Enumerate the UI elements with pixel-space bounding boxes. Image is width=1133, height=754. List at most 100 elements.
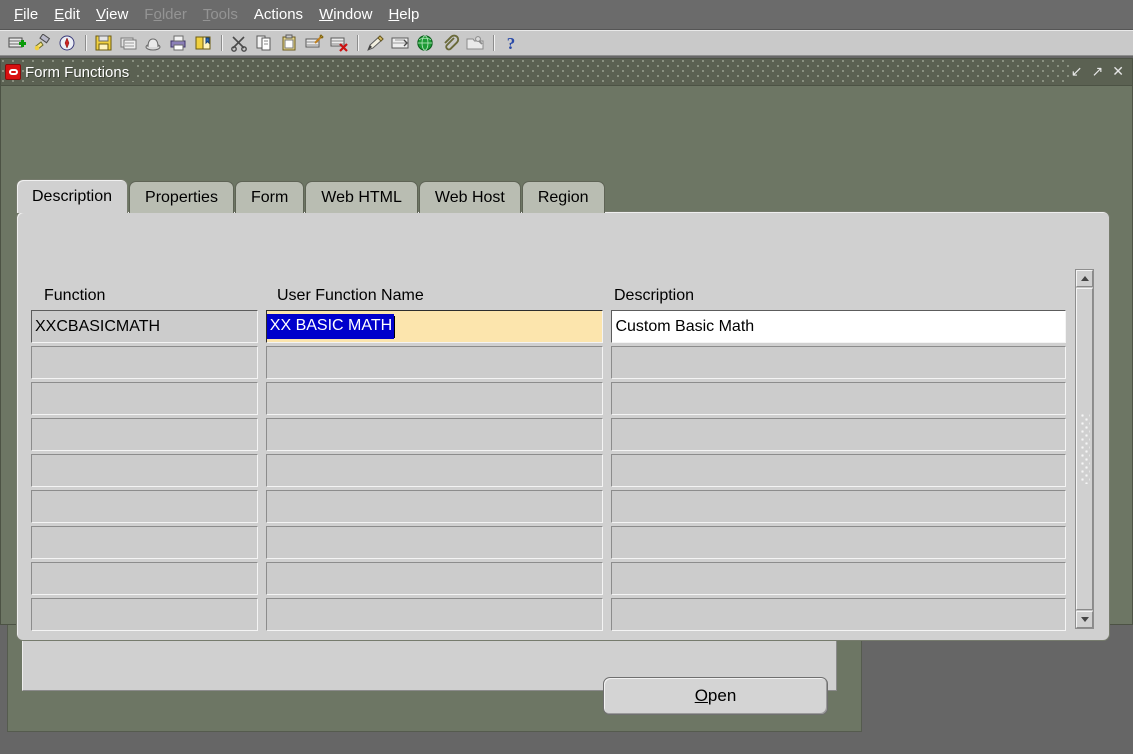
menu-item-edit[interactable]: Edit (46, 4, 88, 25)
table-row[interactable] (31, 562, 1066, 595)
window-controls: ↙ ↗ ✕ (1071, 59, 1132, 85)
copy-icon[interactable] (253, 32, 277, 54)
tab-label: Web HTML (321, 189, 402, 207)
zoom-book-icon[interactable] (389, 32, 413, 54)
scrollbar-down-arrow-icon[interactable] (1076, 611, 1093, 628)
folder-tools-icon[interactable] (464, 32, 488, 54)
tab-web-html[interactable]: Web HTML (305, 181, 418, 213)
toolbar-separator (493, 35, 495, 51)
table-row[interactable] (31, 598, 1066, 631)
find-flashlight-icon[interactable] (31, 32, 55, 54)
cell-function[interactable] (31, 418, 258, 451)
menu-item-file[interactable]: File (6, 4, 46, 25)
table-row[interactable] (31, 382, 1066, 415)
cell-function[interactable] (31, 346, 258, 379)
open-button[interactable]: Open (603, 677, 828, 715)
tab-web-host[interactable]: Web Host (419, 181, 521, 213)
tab-description[interactable]: Description (16, 179, 128, 213)
table-row[interactable] (31, 346, 1066, 379)
screen: FileEditViewFolderToolsActionsWindowHelp… (0, 0, 1133, 754)
clear-record-icon[interactable] (303, 32, 327, 54)
tab-properties[interactable]: Properties (129, 181, 234, 213)
menu-item-tools: Tools (195, 4, 246, 25)
edit-pencil-icon[interactable] (364, 32, 388, 54)
scrollbar-thumb[interactable] (1076, 288, 1093, 610)
cell-function[interactable] (31, 454, 258, 487)
cell-description[interactable] (611, 382, 1066, 415)
close-button[interactable]: ✕ (1112, 65, 1124, 79)
functions-grid: XXCBASICMATHXX BASIC MATHCustom Basic Ma… (31, 310, 1066, 633)
tab-label: Description (32, 188, 112, 206)
attachments-paperclip-icon[interactable] (439, 32, 463, 54)
cell-user-function-name[interactable] (266, 418, 604, 451)
table-row[interactable] (31, 454, 1066, 487)
switch-responsibility-icon[interactable] (142, 32, 166, 54)
paste-clipboard-icon[interactable] (278, 32, 302, 54)
cell-description[interactable] (611, 490, 1066, 523)
menu-item-mnemonic: F (14, 6, 23, 23)
close-form-icon[interactable] (192, 32, 216, 54)
cell-description[interactable] (611, 454, 1066, 487)
dialog-title: Form Functions (25, 64, 137, 81)
cut-scissors-icon[interactable] (228, 32, 252, 54)
cell-user-function-name[interactable] (266, 526, 604, 559)
cell-function[interactable] (31, 382, 258, 415)
menu-item-window[interactable]: Window (311, 4, 380, 25)
table-row[interactable]: XXCBASICMATHXX BASIC MATHCustom Basic Ma… (31, 310, 1066, 343)
delete-record-icon[interactable] (328, 32, 352, 54)
tab-form[interactable]: Form (235, 181, 304, 213)
tab-label: Web Host (435, 189, 505, 207)
cell-function[interactable]: XXCBASICMATH (31, 310, 258, 343)
cell-user-function-name[interactable] (266, 598, 604, 631)
cell-description[interactable] (611, 346, 1066, 379)
cell-function[interactable] (31, 562, 258, 595)
table-row[interactable] (31, 490, 1066, 523)
maximize-button[interactable]: ↗ (1092, 65, 1104, 79)
dialog-title-bar[interactable]: Form Functions ↙ ↗ ✕ (1, 59, 1132, 86)
cell-description[interactable]: Custom Basic Math (611, 310, 1066, 343)
table-row[interactable] (31, 418, 1066, 451)
toolbar-separator (357, 35, 359, 51)
scrollbar-grip-icon (1081, 414, 1090, 484)
menu-item-view[interactable]: View (88, 4, 136, 25)
cell-user-function-name[interactable] (266, 346, 604, 379)
new-record-icon[interactable] (6, 32, 30, 54)
menu-item-folder: Folder (136, 4, 195, 25)
menu-item-mnemonic: T (203, 6, 211, 23)
menu-item-mnemonic: H (388, 6, 399, 23)
form-functions-dialog: Form Functions ↙ ↗ ✕ Description Properti… (0, 58, 1133, 625)
print-icon[interactable] (167, 32, 191, 54)
show-navigator-icon[interactable] (56, 32, 80, 54)
text-caret (394, 316, 395, 338)
menu-item-mnemonic: E (54, 6, 64, 23)
tab-strip: Description Properties Form Web HTML Web Hos… (16, 179, 606, 213)
cell-function[interactable] (31, 526, 258, 559)
table-row[interactable] (31, 526, 1066, 559)
oracle-logo-icon (5, 64, 21, 80)
cell-user-function-name[interactable] (266, 454, 604, 487)
cell-user-function-name[interactable]: XX BASIC MATH (266, 310, 604, 343)
menu-item-mnemonic: V (96, 6, 106, 23)
cell-user-function-name[interactable] (266, 382, 604, 415)
scrollbar-up-arrow-icon[interactable] (1076, 270, 1093, 287)
translations-globe-icon[interactable] (414, 32, 438, 54)
tab-region[interactable]: Region (522, 181, 605, 213)
menu-item-help[interactable]: Help (380, 4, 427, 25)
cell-user-function-name[interactable] (266, 562, 604, 595)
cell-user-function-name[interactable] (266, 490, 604, 523)
cell-description[interactable] (611, 526, 1066, 559)
cell-function[interactable] (31, 598, 258, 631)
cell-function[interactable] (31, 490, 258, 523)
next-step-icon[interactable] (117, 32, 141, 54)
menu-bar: FileEditViewFolderToolsActionsWindowHelp (0, 0, 1133, 30)
help-question-icon[interactable]: ? (500, 32, 524, 54)
cell-description[interactable] (611, 562, 1066, 595)
svg-text:?: ? (507, 34, 516, 52)
grid-scrollbar[interactable] (1075, 269, 1094, 629)
tab-label: Form (251, 189, 288, 207)
cell-description[interactable] (611, 418, 1066, 451)
menu-item-actions[interactable]: Actions (246, 4, 311, 25)
save-icon[interactable] (92, 32, 116, 54)
minimize-button[interactable]: ↙ (1071, 65, 1083, 79)
cell-description[interactable] (611, 598, 1066, 631)
